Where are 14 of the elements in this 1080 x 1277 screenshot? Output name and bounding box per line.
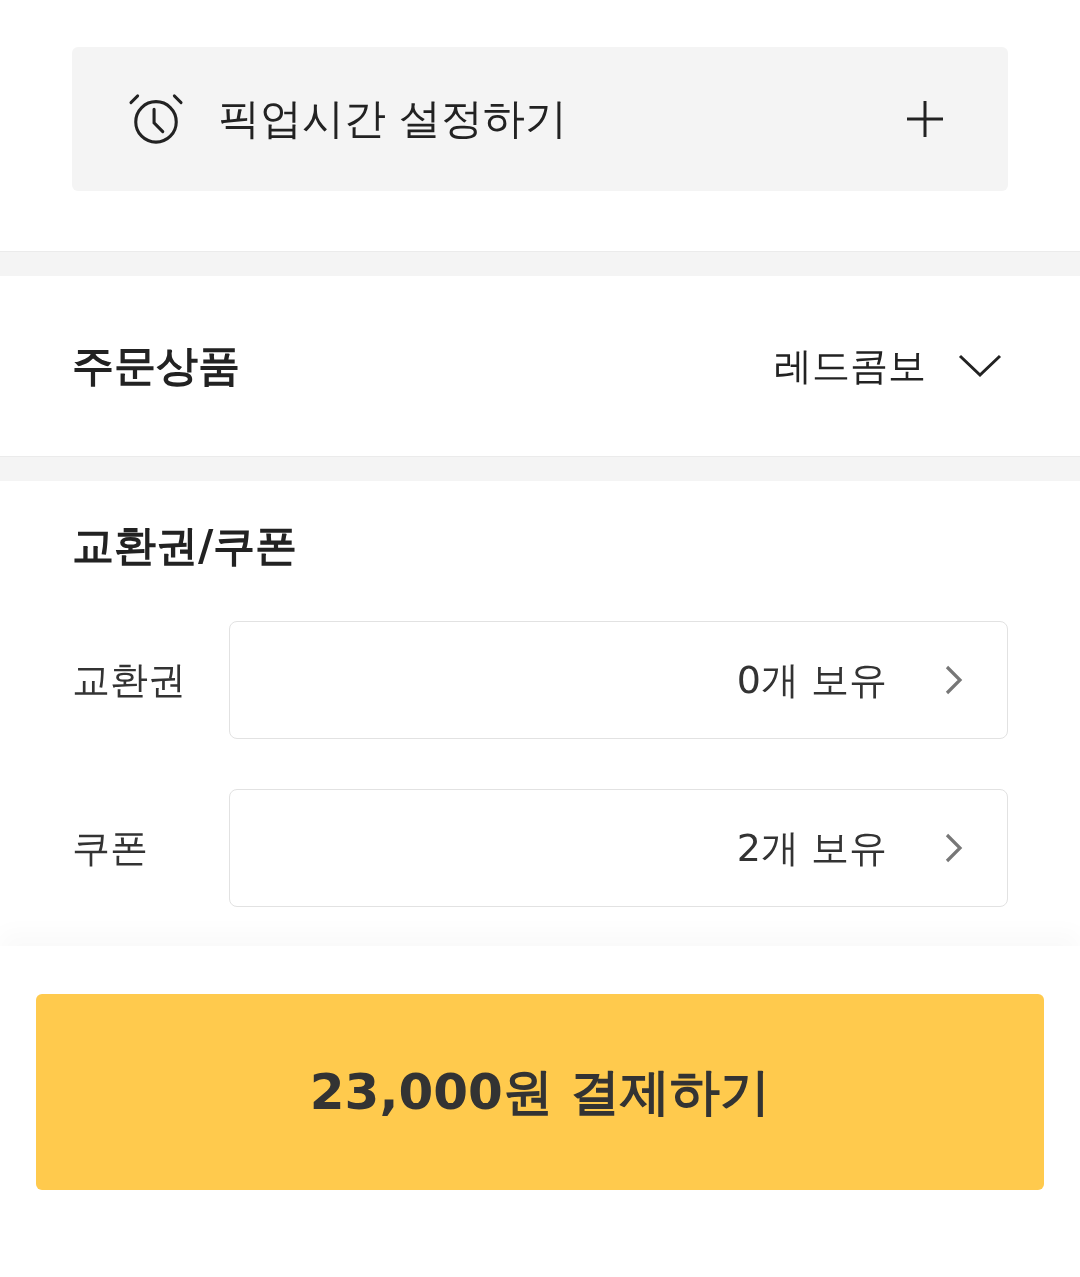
pay-button[interactable]: 23,000원 결제하기 [36, 994, 1044, 1190]
select-field[interactable]: 0개 보유 [229, 621, 1008, 740]
select-field[interactable]: 2개 보유 [229, 789, 1008, 908]
chevron-right-icon [945, 665, 963, 696]
order-summary-toggle[interactable]: 레드콤보 [774, 340, 1002, 392]
field-label: 교환권 [72, 656, 187, 704]
section-title: 주문상품 [72, 340, 240, 392]
alarm-clock-icon [128, 92, 184, 146]
plus-icon [906, 100, 944, 138]
section-title: 교환권/쿠폰 [72, 521, 298, 572]
chevron-right-icon [945, 833, 963, 864]
field-label: 쿠폰 [72, 824, 149, 872]
chevron-down-icon [958, 354, 1002, 378]
pickup-time-button[interactable]: 픽업시간 설정하기 [72, 47, 1008, 191]
